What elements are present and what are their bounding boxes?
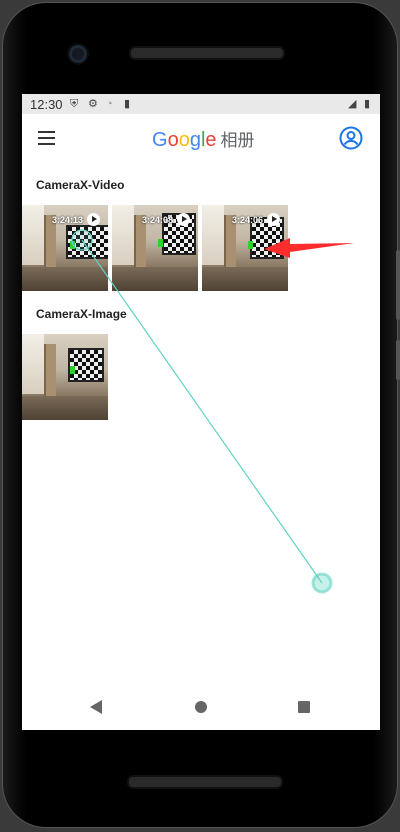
video-thumbnail[interactable]: 3:24:06	[202, 205, 288, 291]
home-icon[interactable]	[195, 701, 207, 713]
brand-letter: g	[189, 129, 201, 151]
navigation-bar	[22, 690, 380, 730]
video-duration: 3:24:13	[52, 215, 84, 225]
sd-card-icon: ▮	[124, 98, 131, 110]
brand-letter: o	[178, 129, 190, 151]
signal-icon: ◢	[348, 98, 357, 110]
status-time: 12:30	[30, 97, 63, 112]
status-bar: 12:30 ⛨ ⚙ ◔ ▮ ◢ ▮	[22, 94, 380, 114]
section-title-video: CameraX-Video	[36, 178, 125, 192]
play-icon	[87, 213, 100, 226]
brand-letter: e	[205, 129, 217, 151]
recent-apps-icon[interactable]	[298, 701, 310, 713]
video-thumbnail[interactable]: 3:24:08	[112, 205, 198, 291]
volume-button[interactable]	[396, 250, 400, 320]
brand-letter: o	[167, 129, 179, 151]
video-thumbnail[interactable]: 3:24:13	[22, 205, 108, 291]
brand-suffix: 相册	[220, 131, 255, 151]
settings-gear-icon: ⚙	[88, 98, 98, 110]
play-icon	[267, 213, 280, 226]
app-bar: Google 相册	[22, 114, 380, 164]
wifi-off-icon: ◔	[106, 98, 113, 110]
back-icon[interactable]	[90, 700, 102, 714]
account-icon[interactable]	[339, 126, 363, 150]
shield-icon: ⛨	[70, 98, 79, 110]
section-title-image: CameraX-Image	[36, 307, 127, 321]
earpiece-speaker	[129, 46, 285, 60]
battery-icon: ▮	[364, 98, 371, 110]
front-camera	[67, 43, 89, 65]
power-button[interactable]	[396, 340, 400, 380]
app-title: Google 相册	[152, 126, 255, 152]
brand-letter: G	[152, 129, 168, 151]
video-duration: 3:24:06	[232, 215, 264, 225]
menu-icon[interactable]	[38, 131, 55, 145]
bottom-speaker	[127, 775, 283, 789]
video-duration: 3:24:08	[142, 215, 174, 225]
screen: 12:30 ⛨ ⚙ ◔ ▮ ◢ ▮ Google 相册 CameraX-Video…	[22, 94, 380, 730]
play-icon	[177, 213, 190, 226]
image-thumbnail[interactable]	[22, 334, 108, 420]
